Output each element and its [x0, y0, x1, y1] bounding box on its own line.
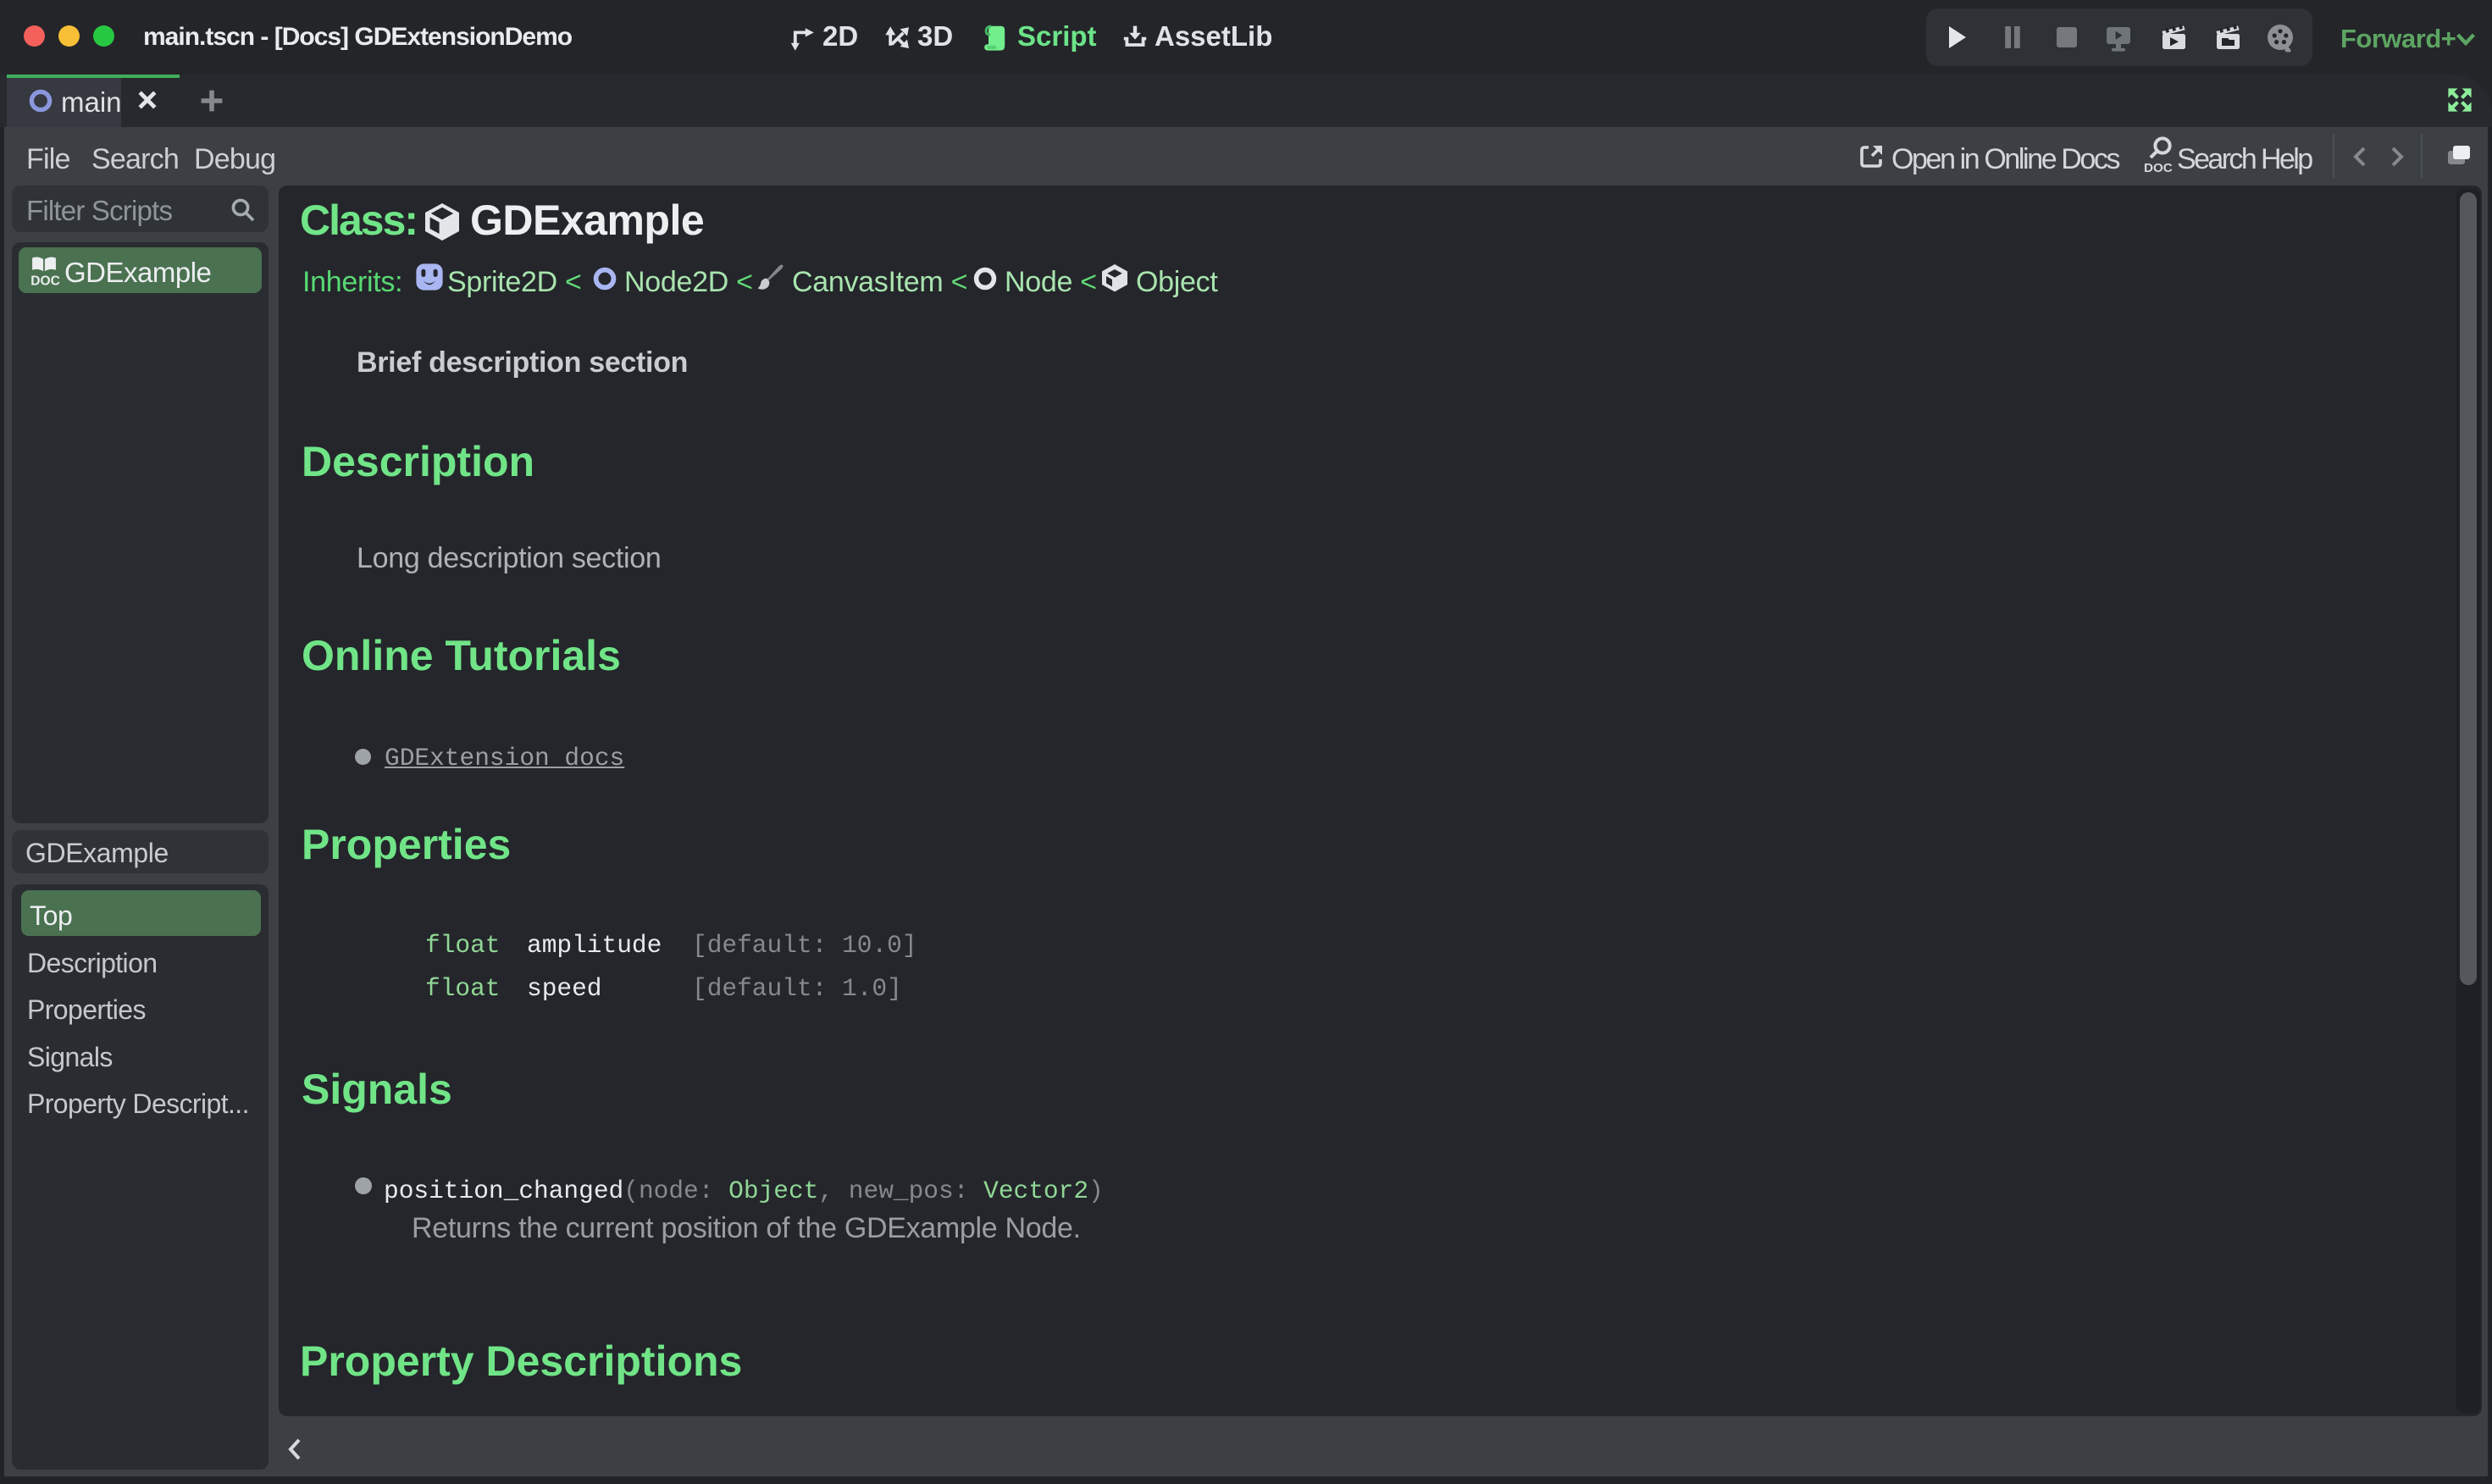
svg-text:DOC: DOC — [30, 274, 60, 287]
svg-text:DOC: DOC — [2144, 161, 2173, 174]
